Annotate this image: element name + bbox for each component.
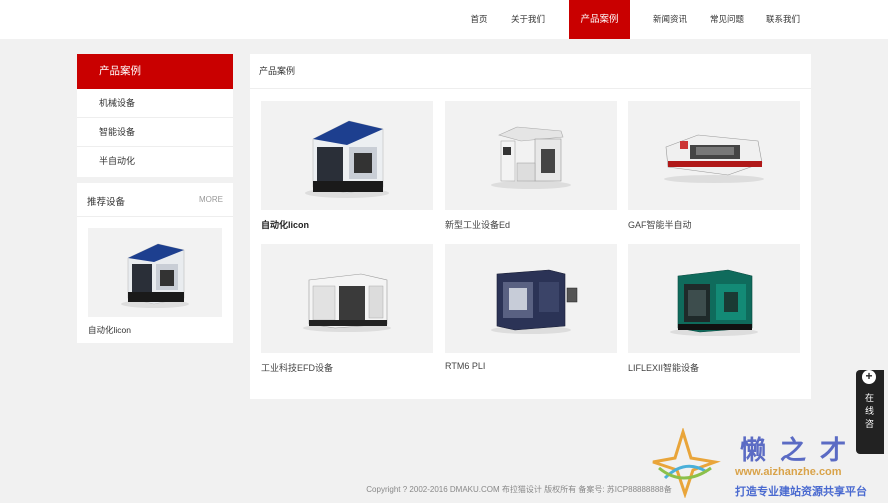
recommended-caption[interactable]: 自动化licon — [88, 324, 131, 336]
machine-white-cabinet-icon — [303, 273, 391, 332]
nav-item-news[interactable]: 新闻资讯 — [647, 0, 693, 39]
product-image[interactable] — [628, 244, 800, 353]
product-card[interactable]: RTM6 PLI — [445, 244, 617, 371]
machine-open-frame-icon — [491, 126, 571, 189]
watermark-logo-icon — [652, 428, 721, 498]
product-image[interactable] — [445, 244, 617, 353]
watermark-url: www.aizhanzhe.com — [735, 466, 842, 478]
plus-icon[interactable]: + — [862, 370, 876, 384]
online-consult-label: 在线咨 — [865, 393, 875, 429]
watermark-title: 懒之才 — [740, 436, 861, 466]
products-heading: 产品案例 — [250, 54, 811, 89]
recommended-title: 推荐设备 — [87, 197, 126, 208]
recommended-panel: 推荐设备 MORE 自动化licon — [77, 183, 233, 343]
machine-blue-white-icon — [305, 120, 389, 198]
product-caption[interactable]: 自动化licon — [261, 218, 433, 231]
product-image[interactable] — [261, 244, 433, 353]
product-image[interactable] — [445, 101, 617, 210]
more-link[interactable]: MORE — [199, 195, 223, 204]
product-caption[interactable]: LIFLEXII智能设备 — [628, 361, 800, 374]
product-caption[interactable]: 工业科技EFD设备 — [261, 361, 433, 374]
nav-item-products[interactable]: 产品案例 — [569, 0, 630, 39]
machine-blue-white-icon — [121, 243, 189, 308]
product-card[interactable]: 自动化licon — [261, 101, 433, 231]
product-caption[interactable]: GAF智能半自动 — [628, 218, 800, 231]
product-card[interactable]: 工业科技EFD设备 — [261, 244, 433, 374]
nav-item-about[interactable]: 关于我们 — [505, 0, 551, 39]
machine-navy-cnc-icon — [491, 269, 578, 334]
product-card[interactable]: LIFLEXII智能设备 — [628, 244, 800, 374]
site-watermark: 懒之才 www.aizhanzhe.com 打造专业建站资源共享平台 — [645, 428, 885, 498]
machine-laser-cutter-icon — [664, 134, 764, 183]
product-card[interactable]: 新型工业设备Ed — [445, 101, 617, 231]
recommended-header: 推荐设备 MORE — [77, 183, 233, 217]
product-image[interactable] — [628, 101, 800, 210]
nav-item-home[interactable]: 首页 — [462, 0, 496, 39]
sidebar-heading: 产品案例 — [77, 54, 233, 89]
top-navigation-bar: 首页 关于我们 产品案例 新闻资讯 常见问题 联系我们 — [0, 0, 888, 39]
nav-item-contact[interactable]: 联系我们 — [760, 0, 806, 39]
product-card[interactable]: GAF智能半自动 — [628, 101, 800, 231]
product-image[interactable] — [261, 101, 433, 210]
nav-item-faq[interactable]: 常见问题 — [704, 0, 750, 39]
product-caption[interactable]: RTM6 PLI — [445, 361, 617, 371]
product-caption[interactable]: 新型工业设备Ed — [445, 218, 617, 231]
sidebar-item-smart-devices[interactable]: 智能设备 — [77, 118, 233, 147]
sidebar-item-semi-auto[interactable]: 半自动化 — [77, 147, 233, 176]
sidebar-item-machinery[interactable]: 机械设备 — [77, 89, 233, 118]
recommended-product-image[interactable] — [88, 228, 222, 317]
products-panel: 产品案例 自动化licon 新型工业设备Ed GAF智能半自动 工业科技EFD设… — [250, 54, 811, 399]
machine-green-cnc-icon — [670, 269, 758, 336]
sidebar-category-menu: 产品案例 机械设备 智能设备 半自动化 — [77, 54, 233, 177]
watermark-slogan: 打造专业建站资源共享平台 — [735, 486, 867, 498]
